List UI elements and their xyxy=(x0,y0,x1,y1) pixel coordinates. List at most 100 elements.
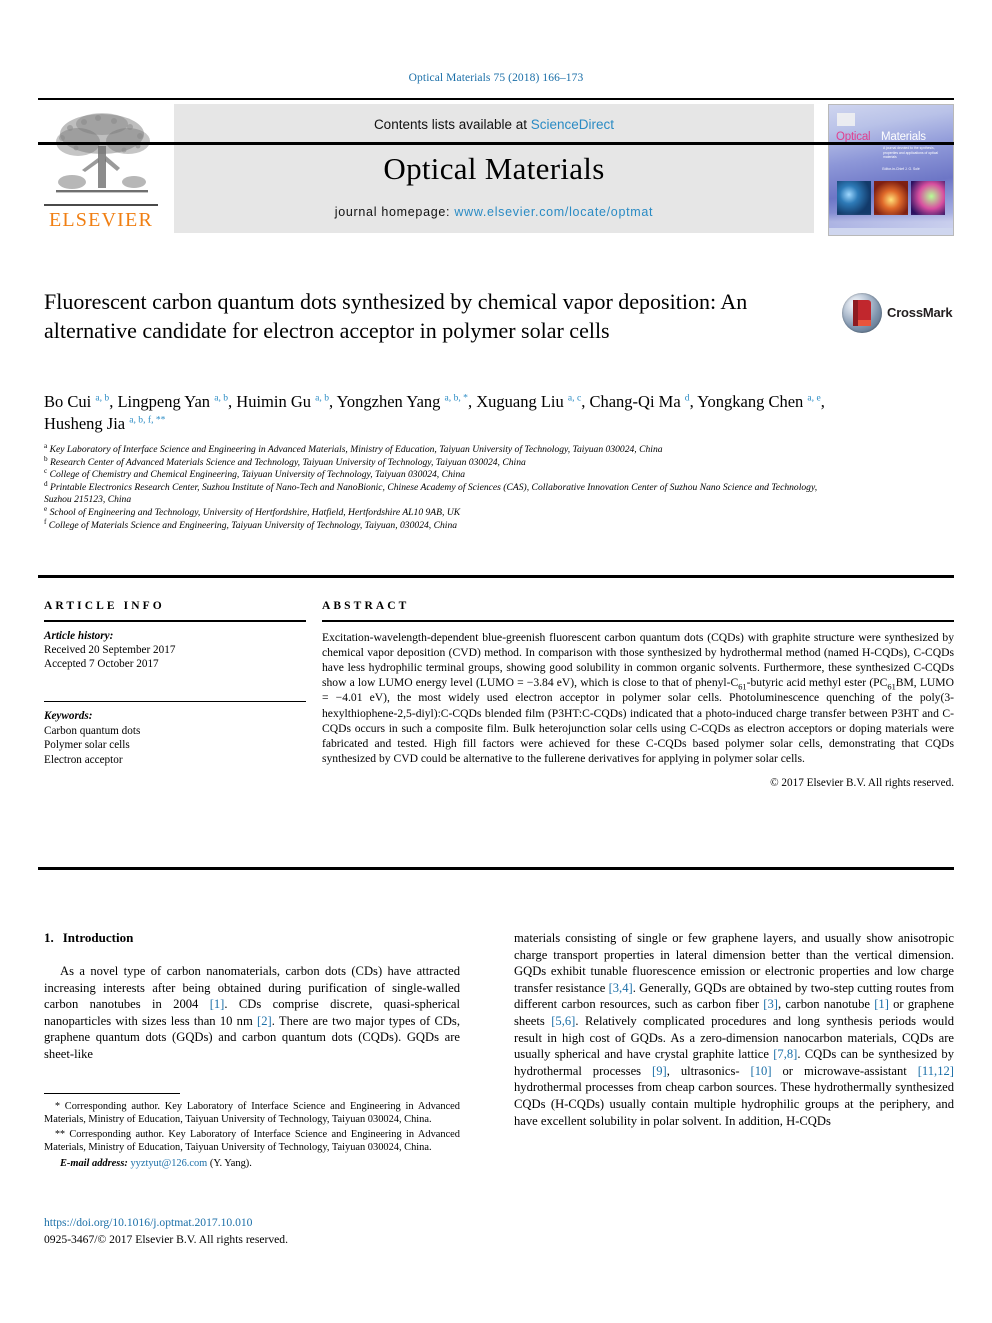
journal-article-page: Optical Materials 75 (2018) 166–173 ELSE… xyxy=(0,0,992,1323)
author-list: Bo Cui a, b, Lingpeng Yan a, b, Huimin G… xyxy=(44,391,834,435)
introduction-number: 1. xyxy=(44,930,54,945)
cover-image-2 xyxy=(874,181,908,215)
issn-copyright-line: 0925-3467/© 2017 Elsevier B.V. All right… xyxy=(44,1233,288,1246)
author-affiliation-marks: a, b, f, ** xyxy=(129,414,166,426)
article-history-block: Article history: Received 20 September 2… xyxy=(44,629,306,672)
author-affiliation-marks: a, b xyxy=(315,392,329,404)
cover-editor: Editor-in-Chief J. G. Solé xyxy=(882,167,920,171)
affiliation-text: Key Laboratory of Interface Science and … xyxy=(47,444,663,455)
affiliation-text: Printable Electronics Research Center, S… xyxy=(44,481,818,506)
footnote-corresponding-1: * Corresponding author. Key Laboratory o… xyxy=(44,1100,460,1127)
citation-ref-2[interactable]: [2] xyxy=(257,1014,272,1028)
journal-masthead: ELSEVIER Contents lists available at Sci… xyxy=(38,98,954,236)
cover-image-row xyxy=(837,181,945,215)
contents-available-line: Contents lists available at ScienceDirec… xyxy=(174,117,814,132)
author-separator: , xyxy=(467,392,477,411)
body-column-left: 1. Introduction As a novel type of carbon… xyxy=(44,930,460,1063)
cover-image-3 xyxy=(911,181,945,215)
intro-right-text-c: , carbon nanotube xyxy=(777,997,875,1012)
author-affiliation-marks: a, c xyxy=(567,392,582,404)
keywords-block: Keywords: Carbon quantum dots Polymer so… xyxy=(44,709,306,767)
abstract-top-rule xyxy=(38,575,954,578)
introduction-paragraph-left: As a novel type of carbon nanomaterials,… xyxy=(44,963,460,1063)
sciencedirect-link[interactable]: ScienceDirect xyxy=(531,117,614,132)
footnote-block: * Corresponding author. Key Laboratory o… xyxy=(44,1100,460,1171)
citation-ref-3[interactable]: [3] xyxy=(763,997,778,1011)
abstract-part-3: BM, LUMO = −4.01 eV), the most widely us… xyxy=(322,676,954,766)
article-info-separator xyxy=(44,700,306,703)
affiliation-item: d Printable Electronics Research Center,… xyxy=(44,480,834,507)
intro-right-text-i: hydrothermal processes from cheap carbon… xyxy=(514,1080,954,1128)
footnote-corresponding-2: ** Corresponding author. Key Laboratory … xyxy=(44,1128,460,1155)
citation-ref-7-8[interactable]: [7,8] xyxy=(773,1047,797,1061)
citation-ref-1[interactable]: [1] xyxy=(210,997,225,1011)
author-separator: , xyxy=(329,392,337,411)
introduction-heading: 1. Introduction xyxy=(44,930,460,946)
crossmark-book-icon xyxy=(853,300,871,326)
intro-right-text-h: or microwave-assistant xyxy=(771,1063,918,1078)
citation-ref-9[interactable]: [9] xyxy=(652,1064,667,1078)
elsevier-tree-icon xyxy=(46,108,158,204)
author-name: Yongzhen Yang xyxy=(336,392,445,411)
author-affiliation-marks: a, b xyxy=(95,392,110,404)
contents-prefix: Contents lists available at xyxy=(373,117,531,132)
footnote-email-line: E-mail address: yyztyut@126.com (Y. Yang… xyxy=(44,1157,460,1170)
running-head: Optical Materials 75 (2018) 166–173 xyxy=(408,72,584,84)
crossmark-label: CrossMark xyxy=(887,305,953,320)
author-name: Yongkang Chen xyxy=(697,392,808,411)
citation-ref-3-4[interactable]: [3,4] xyxy=(609,981,633,995)
affiliation-text: College of Materials Science and Enginee… xyxy=(46,519,458,531)
intro-right-text-g: , ultrasonics- xyxy=(666,1063,751,1078)
crossmark-badge[interactable]: CrossMark xyxy=(842,293,953,333)
article-info-heading: ARTICLE INFO xyxy=(44,600,165,612)
affiliation-item: b Research Center of Advanced Materials … xyxy=(44,455,834,470)
citation-ref-5-6[interactable]: [5,6] xyxy=(551,1014,575,1028)
affiliation-item: c College of Chemistry and Chemical Engi… xyxy=(44,467,834,482)
author-name: Husheng Jia xyxy=(44,414,130,433)
elsevier-logo: ELSEVIER xyxy=(40,104,162,234)
cover-publisher-logo-icon xyxy=(837,113,855,126)
email-owner: (Y. Yang). xyxy=(207,1157,252,1169)
article-info-column: ARTICLE INFO Article history: Received 2… xyxy=(44,600,306,767)
footnote-text-1: Corresponding author. Key Laboratory of … xyxy=(44,1101,460,1126)
abstract-bottom-rule xyxy=(38,867,954,870)
affiliation-item: f College of Materials Science and Engin… xyxy=(44,518,834,533)
footnote-text-2: Corresponding author. Key Laboratory of … xyxy=(44,1128,460,1154)
author-name: Lingpeng Yan xyxy=(117,392,215,411)
author-affiliation-marks: a, e xyxy=(807,392,821,404)
body-column-right: materials consisting of single or few gr… xyxy=(514,930,954,1129)
author-name: Huimin Gu xyxy=(236,392,316,411)
abstract-rule xyxy=(322,620,954,622)
affiliation-text: College of Chemistry and Chemical Engine… xyxy=(47,469,466,481)
email-link[interactable]: yyztyut@126.com xyxy=(130,1158,207,1169)
affiliation-item: e School of Engineering and Technology, … xyxy=(44,505,834,520)
cover-footer-bar xyxy=(829,228,953,235)
masthead-top-rule xyxy=(38,98,954,100)
affiliation-item: a Key Laboratory of Interface Science an… xyxy=(44,442,834,457)
affiliation-text: Research Center of Advanced Materials Sc… xyxy=(47,456,526,468)
citation-ref-10[interactable]: [10] xyxy=(751,1064,772,1078)
abstract-copyright: © 2017 Elsevier B.V. All rights reserved… xyxy=(770,777,954,790)
journal-homepage-link[interactable]: www.elsevier.com/locate/optmat xyxy=(454,205,653,219)
email-label: E-mail address: xyxy=(60,1157,128,1169)
citation-ref-1b[interactable]: [1] xyxy=(874,997,889,1011)
author-name: Xuguang Liu xyxy=(476,392,568,411)
article-info-rule xyxy=(44,620,306,622)
author-affiliation-marks: a, b xyxy=(214,392,229,404)
citation-ref-11-12[interactable]: [11,12] xyxy=(918,1064,954,1078)
footnote-divider xyxy=(44,1093,180,1095)
article-history-accepted: Accepted 7 October 2017 xyxy=(44,658,159,671)
keywords-label: Keywords: xyxy=(44,710,93,723)
article-history-received: Received 20 September 2017 xyxy=(44,644,176,656)
abstract-part-2: -butyric acid methyl ester (PC xyxy=(746,676,888,690)
journal-band: Contents lists available at ScienceDirec… xyxy=(174,104,814,233)
affiliation-text: School of Engineering and Technology, Un… xyxy=(47,506,461,518)
doi-link[interactable]: https://doi.org/10.1016/j.optmat.2017.10… xyxy=(44,1216,252,1229)
author-name: Chang-Qi Ma xyxy=(589,392,685,411)
elsevier-divider xyxy=(44,204,158,206)
cover-image-1 xyxy=(837,181,871,215)
journal-homepage-line: journal homepage: www.elsevier.com/locat… xyxy=(174,205,814,219)
abstract-heading: ABSTRACT xyxy=(322,600,410,612)
abstract-body: Excitation-wavelength-dependent blue-gre… xyxy=(322,630,954,767)
author-affiliation-marks: a, b, * xyxy=(444,392,468,404)
